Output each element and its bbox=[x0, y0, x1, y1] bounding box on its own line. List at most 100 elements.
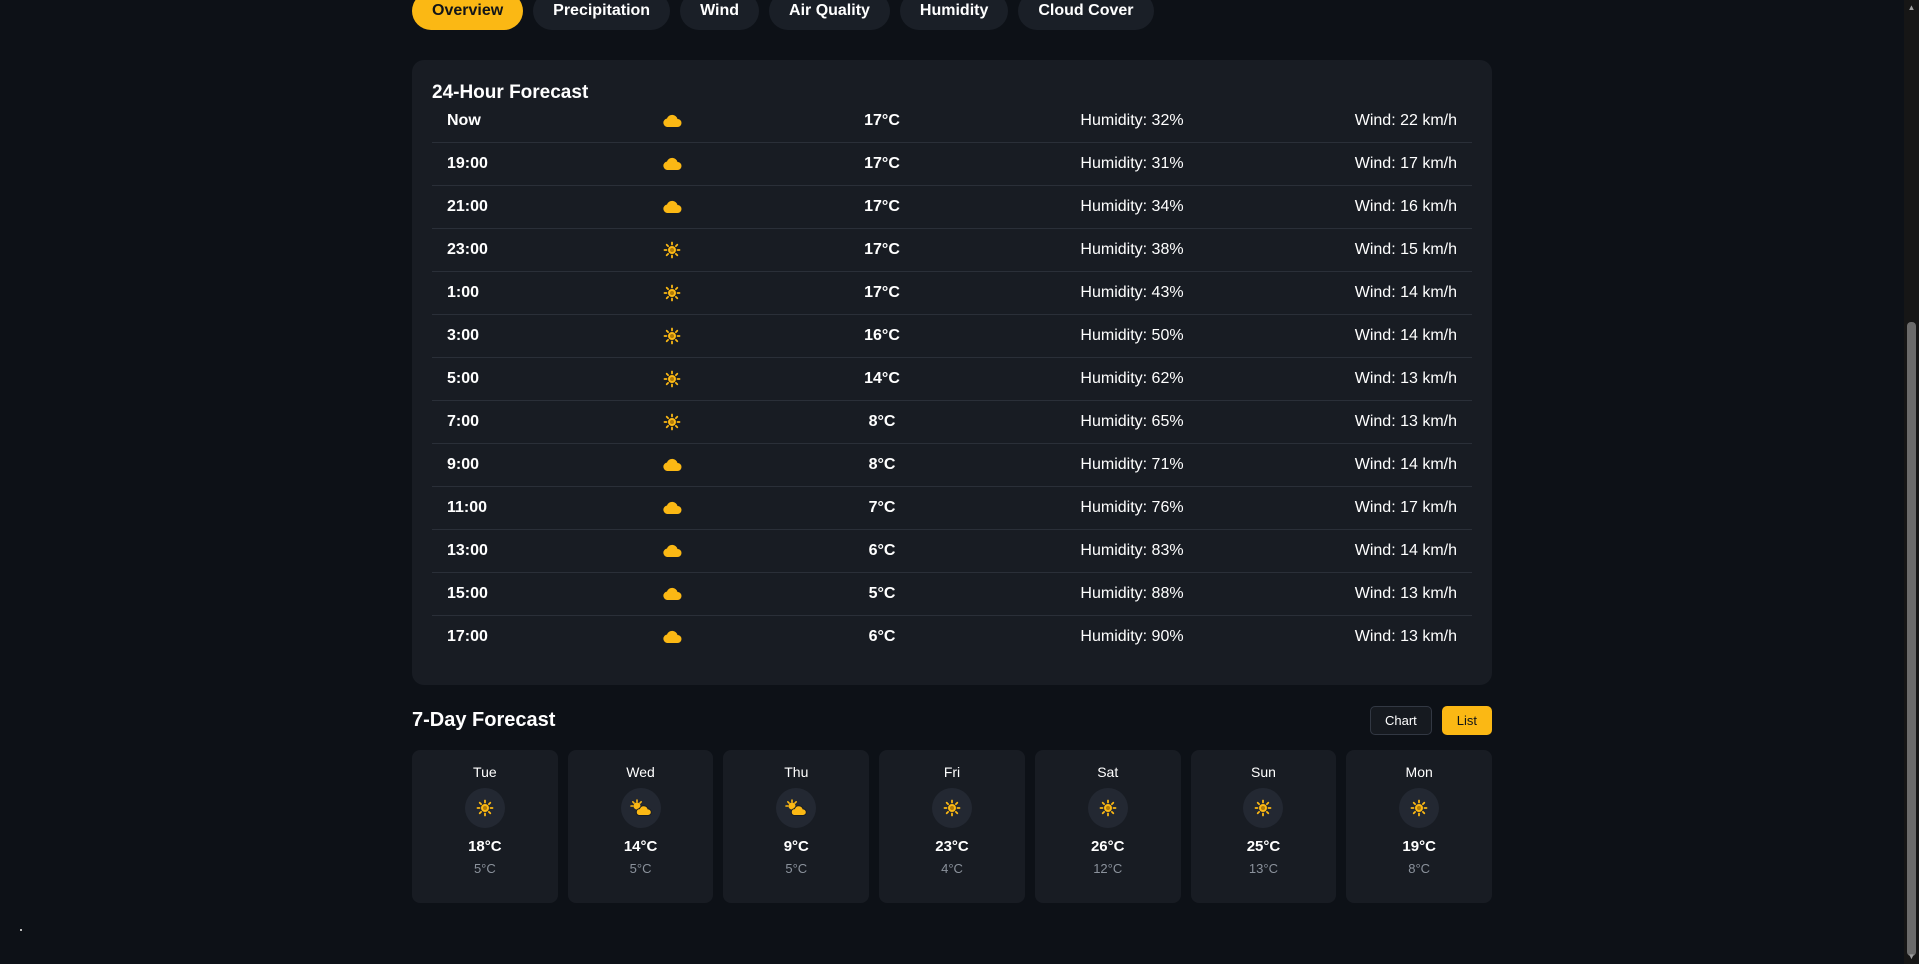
page-dot bbox=[20, 929, 22, 931]
hourly-row: 5:00 14°C Humidity: 62% Wind: 13 km/h bbox=[432, 358, 1472, 401]
day-low-temperature: 13°C bbox=[1248, 861, 1278, 876]
hourly-humidity: Humidity: 38% bbox=[1080, 241, 1184, 258]
scroll-up-arrow-icon[interactable]: ▲ bbox=[1904, 0, 1919, 15]
tab-air-quality[interactable]: Air Quality bbox=[769, 0, 890, 30]
hourly-row: Now 17°C Humidity: 32% Wind: 22 km/h bbox=[432, 100, 1472, 143]
day-card-sun[interactable]: Sun 25°C 13°C bbox=[1190, 750, 1337, 903]
hourly-row: 11:00 7°C Humidity: 76% Wind: 17 km/h bbox=[432, 487, 1472, 530]
sun-cloud-icon bbox=[620, 788, 661, 828]
hourly-row: 23:00 17°C Humidity: 38% Wind: 15 km/h bbox=[432, 229, 1472, 272]
day-name: Wed bbox=[626, 764, 655, 780]
day-name: Sat bbox=[1097, 764, 1119, 780]
day-card-thu[interactable]: Thu 9°C 5°C bbox=[723, 750, 870, 903]
day-low-temperature: 5°C bbox=[785, 861, 808, 876]
day-name: Fri bbox=[943, 764, 961, 780]
day-name: Mon bbox=[1405, 764, 1433, 780]
sun-icon bbox=[1399, 788, 1440, 828]
hourly-row: 17:00 6°C Humidity: 90% Wind: 13 km/h bbox=[432, 616, 1472, 658]
day-card-mon[interactable]: Mon 19°C 8°C bbox=[1346, 750, 1493, 903]
hourly-humidity: Humidity: 43% bbox=[1080, 284, 1184, 301]
hourly-humidity: Humidity: 71% bbox=[1080, 456, 1184, 473]
day-high-temperature: 26°C bbox=[1090, 838, 1125, 855]
hourly-time: 17:00 bbox=[447, 628, 488, 645]
day-high-temperature: 18°C bbox=[468, 838, 502, 855]
day-low-temperature: 5°C bbox=[629, 861, 652, 876]
hourly-time: 21:00 bbox=[447, 198, 488, 215]
hourly-humidity: Humidity: 31% bbox=[1080, 155, 1184, 172]
vertical-scrollbar[interactable]: ▲ ▼ bbox=[1904, 0, 1919, 964]
cloud-icon bbox=[657, 186, 687, 228]
hourly-row: 3:00 16°C Humidity: 50% Wind: 14 km/h bbox=[432, 315, 1472, 358]
hourly-humidity: Humidity: 90% bbox=[1080, 628, 1184, 645]
hourly-wind: Wind: 22 km/h bbox=[1354, 112, 1457, 129]
hourly-time: 15:00 bbox=[447, 585, 488, 602]
day-high-temperature: 25°C bbox=[1246, 838, 1281, 855]
chart-view-button[interactable]: Chart bbox=[1369, 706, 1432, 735]
hourly-time: Now bbox=[447, 112, 481, 129]
tab-precipitation[interactable]: Precipitation bbox=[533, 0, 671, 30]
hourly-time: 7:00 bbox=[447, 413, 480, 430]
hourly-time: 9:00 bbox=[447, 456, 480, 473]
hourly-temperature: 17°C bbox=[864, 241, 900, 258]
weekly-forecast-title: 7-Day Forecast bbox=[412, 709, 556, 731]
view-toggle: Chart List bbox=[1369, 706, 1492, 735]
scrollbar-thumb[interactable] bbox=[1907, 322, 1916, 956]
hourly-row: 21:00 17°C Humidity: 34% Wind: 16 km/h bbox=[432, 186, 1472, 229]
hourly-humidity: Humidity: 62% bbox=[1080, 370, 1184, 387]
hourly-temperature: 6°C bbox=[868, 628, 896, 645]
sun-icon bbox=[932, 788, 973, 828]
day-high-temperature: 14°C bbox=[623, 838, 658, 855]
cloud-icon bbox=[657, 616, 687, 658]
hourly-humidity: Humidity: 32% bbox=[1080, 112, 1184, 129]
hourly-temperature: 17°C bbox=[864, 284, 900, 301]
hourly-temperature: 17°C bbox=[864, 198, 900, 215]
tab-humidity[interactable]: Humidity bbox=[899, 0, 1009, 30]
hourly-humidity: Humidity: 88% bbox=[1080, 585, 1184, 602]
hourly-wind: Wind: 14 km/h bbox=[1354, 542, 1457, 559]
hourly-time: 3:00 bbox=[447, 327, 480, 344]
sun-icon bbox=[657, 229, 687, 271]
day-card-tue[interactable]: Tue 18°C 5°C bbox=[412, 750, 558, 903]
tab-cloud-cover[interactable]: Cloud Cover bbox=[1018, 0, 1154, 30]
day-card-sat[interactable]: Sat 26°C 12°C bbox=[1034, 750, 1181, 903]
hourly-time: 19:00 bbox=[447, 155, 488, 172]
hourly-wind: Wind: 16 km/h bbox=[1354, 198, 1457, 215]
hourly-temperature: 7°C bbox=[868, 499, 896, 516]
weather-page: Overview Precipitation Wind Air Quality Humi… bbox=[0, 0, 1919, 964]
cloud-icon bbox=[657, 530, 687, 572]
list-view-button[interactable]: List bbox=[1441, 706, 1492, 735]
hourly-row: 19:00 17°C Humidity: 31% Wind: 17 km/h bbox=[432, 143, 1472, 186]
sun-icon bbox=[657, 315, 687, 357]
hourly-humidity: Humidity: 76% bbox=[1080, 499, 1184, 516]
hourly-row: 9:00 8°C Humidity: 71% Wind: 14 km/h bbox=[432, 444, 1472, 487]
hourly-temperature: 17°C bbox=[864, 112, 900, 129]
day-card-wed[interactable]: Wed 14°C 5°C bbox=[567, 750, 714, 903]
hourly-wind: Wind: 14 km/h bbox=[1354, 456, 1457, 473]
cloud-icon bbox=[657, 487, 687, 529]
cloud-icon bbox=[657, 100, 687, 142]
day-name: Thu bbox=[784, 764, 809, 780]
cloud-icon bbox=[657, 573, 687, 615]
sun-icon bbox=[657, 272, 687, 314]
hourly-row: 13:00 6°C Humidity: 83% Wind: 14 km/h bbox=[432, 530, 1472, 573]
sun-icon bbox=[464, 788, 505, 828]
sun-icon bbox=[1243, 788, 1284, 828]
day-low-temperature: 5°C bbox=[473, 861, 496, 876]
tab-overview[interactable]: Overview bbox=[412, 0, 524, 30]
hourly-wind: Wind: 13 km/h bbox=[1354, 628, 1457, 645]
hourly-wind: Wind: 13 km/h bbox=[1354, 413, 1457, 430]
hourly-wind: Wind: 17 km/h bbox=[1354, 155, 1457, 172]
hourly-temperature: 8°C bbox=[868, 413, 896, 430]
day-card-fri[interactable]: Fri 23°C 4°C bbox=[879, 750, 1025, 903]
hourly-forecast-card: 24-Hour Forecast Now 17°C Humidity: 32% Win… bbox=[412, 60, 1492, 685]
sun-icon bbox=[1087, 788, 1128, 828]
day-low-temperature: 8°C bbox=[1408, 861, 1431, 876]
scroll-down-arrow-icon[interactable]: ▼ bbox=[1904, 949, 1919, 964]
hourly-wind: Wind: 14 km/h bbox=[1354, 284, 1457, 301]
hourly-temperature: 8°C bbox=[868, 456, 896, 473]
hourly-temperature: 17°C bbox=[864, 155, 900, 172]
day-high-temperature: 23°C bbox=[935, 838, 969, 855]
hourly-wind: Wind: 15 km/h bbox=[1354, 241, 1457, 258]
tab-wind[interactable]: Wind bbox=[680, 0, 760, 30]
hourly-wind: Wind: 14 km/h bbox=[1354, 327, 1457, 344]
